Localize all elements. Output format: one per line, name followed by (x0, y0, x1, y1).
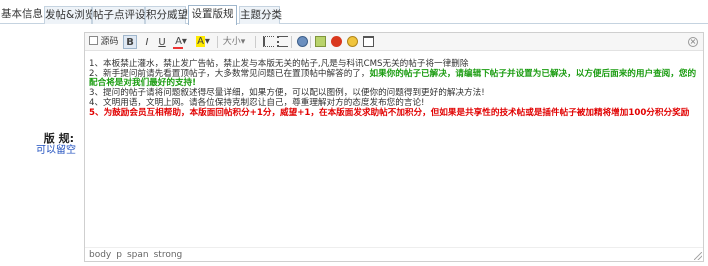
chevron-down-icon: ▾ (240, 37, 246, 47)
font-color-swatch (173, 47, 183, 49)
path-item[interactable]: p (116, 250, 122, 260)
element-path: body p span strong (89, 249, 187, 261)
editor-statusbar: body p span strong (85, 247, 703, 261)
tab-topic-categories[interactable]: 主题分类 (239, 6, 282, 24)
editor-content[interactable]: 1、本板禁止灌水，禁止发广告帖，禁止发与本版无关的帖子,凡是与科讯CMS无关的帖… (89, 59, 701, 118)
tab-bar: 基本信息 发帖&浏览 帖子点评设置 积分威望 设置版规 主题分类 (0, 0, 708, 25)
field-label: 版 规: (43, 132, 74, 145)
highlight-button[interactable]: A▾ (193, 35, 213, 49)
font-size-label: 大小 (222, 37, 241, 47)
path-item[interactable]: body (89, 250, 111, 260)
field-hint: 可以留空 (36, 145, 76, 156)
chevron-down-icon: ▾ (204, 36, 210, 47)
table-icon (362, 36, 374, 47)
emoticon-button[interactable] (345, 35, 359, 49)
toolbar-separator (310, 36, 311, 48)
tab-post-browse[interactable]: 发帖&浏览 (44, 6, 95, 24)
image-button[interactable] (313, 35, 327, 49)
font-color-button[interactable]: A▾ (171, 35, 191, 49)
close-button[interactable]: × (687, 35, 699, 49)
source-button[interactable]: 源码 (89, 35, 119, 49)
close-icon: × (688, 37, 698, 47)
resize-handle-icon[interactable] (694, 252, 702, 260)
rich-text-editor: 源码 B I U A▾ A▾ 大小▾ × 1、本板禁止灌水，禁止发广告帖，禁止发… (84, 32, 704, 262)
flash-icon (330, 36, 342, 47)
tab-board-rules[interactable]: 设置版规 (188, 5, 237, 25)
toolbar-separator (255, 36, 256, 48)
underline-button[interactable]: U (155, 35, 169, 49)
flash-button[interactable] (329, 35, 343, 49)
chevron-down-icon: ▾ (181, 36, 187, 47)
link-icon (296, 36, 308, 47)
editor-toolbar: 源码 B I U A▾ A▾ 大小▾ × (85, 33, 703, 51)
ordered-list-icon (262, 36, 274, 47)
image-icon (314, 36, 326, 47)
tab-basic-info[interactable]: 基本信息 (0, 6, 44, 24)
unordered-list-icon (276, 36, 288, 47)
toolbar-separator (217, 36, 218, 48)
tab-points-reputation[interactable]: 积分威望 (145, 6, 188, 24)
ordered-list-button[interactable] (261, 35, 275, 49)
rule-line-2: 2、新手提问前请先看置顶帖子，大多数常见问题已在置顶帖中解答的了，如果你的帖子已… (89, 69, 701, 89)
path-item[interactable]: strong (154, 250, 183, 260)
italic-button[interactable]: I (140, 35, 154, 49)
table-button[interactable] (361, 35, 375, 49)
unordered-list-button[interactable] (275, 35, 289, 49)
source-label: 源码 (100, 37, 119, 47)
emoticon-icon (346, 36, 358, 47)
field-label-group: 版 规: 可以留空 (0, 132, 76, 157)
rule-line-5: 5、为鼓励会员互相帮助，本版面回帖积分+1分，威望+1，在本版面发求助帖不加积分… (89, 107, 690, 118)
source-icon (89, 36, 99, 45)
font-color-label: A (175, 36, 182, 47)
tab-post-review[interactable]: 帖子点评设置 (92, 6, 156, 24)
highlight-label: A (196, 36, 205, 47)
toolbar-separator (291, 36, 292, 48)
path-item[interactable]: span (127, 250, 149, 260)
link-button[interactable] (295, 35, 309, 49)
font-size-dropdown[interactable]: 大小▾ (221, 35, 247, 49)
bold-button[interactable]: B (123, 35, 137, 49)
